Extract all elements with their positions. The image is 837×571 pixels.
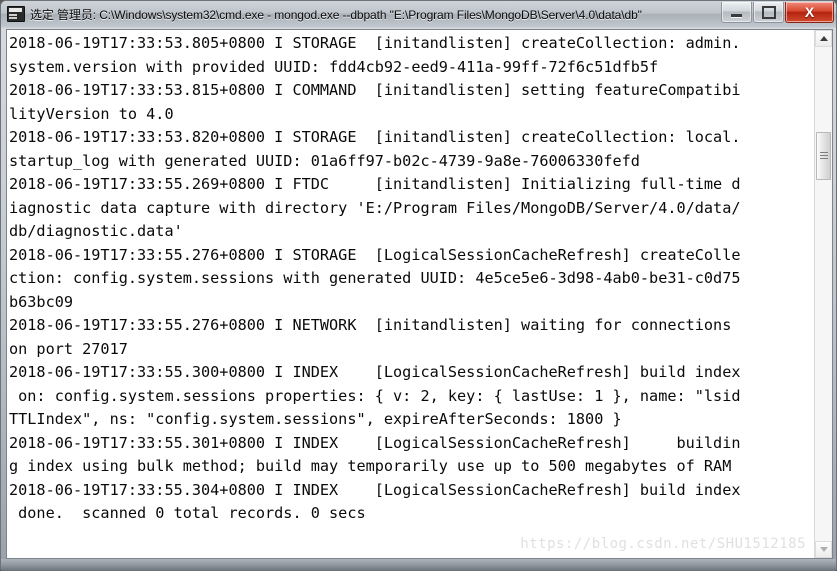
console-line: TTLIndex", ns: "config.system.sessions",… — [9, 410, 622, 428]
scroll-down-icon[interactable] — [815, 541, 832, 558]
title-bar[interactable]: 选定 管理员: C:\Windows\system32\cmd.exe - mo… — [1, 1, 836, 27]
window-controls: X — [720, 2, 834, 23]
console-line: 2018-06-19T17:33:55.301+0800 I INDEX [Lo… — [9, 433, 741, 452]
console-line: 2018-06-19T17:33:55.269+0800 I FTDC [ini… — [9, 175, 741, 193]
console-line: on port 27017 — [9, 339, 128, 358]
minimize-button[interactable] — [721, 2, 752, 23]
console-line: 2018-06-19T17:33:53.805+0800 I STORAGE [… — [9, 34, 741, 52]
console-client-area: 2018-06-19T17:33:53.805+0800 I STORAGE [… — [6, 29, 833, 559]
console-line: system.version with provided UUID: fdd4c… — [9, 57, 659, 76]
close-button[interactable]: X — [785, 2, 834, 23]
console-line: 2018-06-19T17:33:53.815+0800 I COMMAND [… — [9, 81, 741, 99]
console-line: startup_log with generated UUID: 01a6ff9… — [9, 151, 640, 170]
console-line: g index using bulk method; build may tem… — [9, 457, 732, 475]
console-line: on: config.system.sessions properties: {… — [9, 386, 741, 405]
minimize-icon — [722, 2, 751, 22]
console-icon[interactable] — [7, 6, 25, 22]
scrollbar-grip-icon — [820, 152, 828, 153]
console-output[interactable]: 2018-06-19T17:33:53.805+0800 I STORAGE [… — [7, 30, 814, 558]
scroll-up-icon[interactable] — [815, 30, 832, 47]
scrollbar-thumb[interactable] — [816, 132, 831, 180]
close-icon: X — [804, 4, 815, 20]
console-window: 选定 管理员: C:\Windows\system32\cmd.exe - mo… — [0, 0, 837, 571]
console-line: 2018-06-19T17:33:55.276+0800 I STORAGE [… — [9, 245, 741, 264]
vertical-scrollbar[interactable] — [814, 30, 832, 558]
watermark-text: https://blog.csdn.net/SHU1512185 — [520, 536, 806, 552]
console-line: db/diagnostic.data' — [9, 222, 183, 240]
console-line: done. scanned 0 total records. 0 secs — [9, 504, 366, 522]
maximize-button[interactable] — [753, 2, 784, 23]
console-line: b63bc09 — [9, 292, 74, 311]
console-line: iagnostic data capture with directory 'E… — [9, 198, 741, 217]
maximize-icon — [754, 2, 783, 22]
window-bottom-edge — [1, 559, 836, 570]
window-title: 选定 管理员: C:\Windows\system32\cmd.exe - mo… — [30, 7, 642, 22]
scrollbar-track[interactable] — [815, 47, 832, 541]
console-line: ction: config.system.sessions with gener… — [9, 269, 741, 287]
console-line: 2018-06-19T17:33:55.304+0800 I INDEX [Lo… — [9, 480, 741, 499]
console-line: 2018-06-19T17:33:55.300+0800 I INDEX [Lo… — [9, 363, 741, 381]
console-line: lityVersion to 4.0 — [9, 104, 174, 123]
console-line: 2018-06-19T17:33:53.820+0800 I STORAGE [… — [9, 128, 741, 146]
console-line: 2018-06-19T17:33:55.276+0800 I NETWORK [… — [9, 316, 732, 334]
